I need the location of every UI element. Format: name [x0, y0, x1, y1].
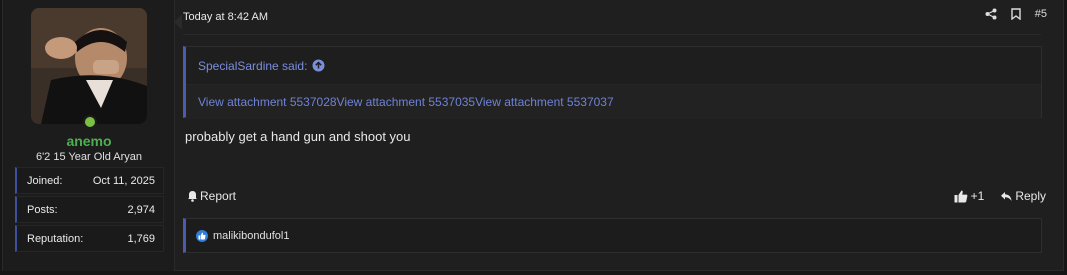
arrow-up-circle-icon[interactable] [312, 59, 325, 72]
stat-posts: Posts: 2,974 [15, 196, 164, 223]
reply-button[interactable]: Reply [1000, 189, 1046, 203]
avatar[interactable] [31, 8, 147, 124]
quote-header[interactable]: SpecialSardine said: [186, 47, 1041, 85]
user-title: 6'2 15 Year Old Aryan [35, 151, 143, 163]
stat-value: 2,974 [127, 203, 155, 216]
post-body: probably get a hand gun and shoot you [185, 129, 411, 144]
user-stats: Joined: Oct 11, 2025 Posts: 2,974 Reputa… [15, 167, 164, 254]
report-label: Report [200, 189, 237, 203]
like-count: +1 [970, 189, 985, 203]
username[interactable]: anemo [3, 133, 175, 149]
bookmark-icon[interactable] [1011, 8, 1021, 20]
post-footer-actions: +1 Reply [954, 189, 1046, 203]
bell-icon [187, 190, 198, 202]
post-arrow [174, 14, 182, 30]
like-button[interactable]: +1 [954, 189, 985, 203]
stat-value: 1,769 [127, 232, 155, 245]
post-date[interactable]: Today at 8:42 AM [183, 11, 268, 23]
online-indicator [83, 115, 97, 129]
reply-label: Reply [1015, 189, 1046, 203]
user-cell: anemo 6'2 15 Year Old Aryan Joined: Oct … [3, 0, 175, 271]
attachment-link[interactable]: View attachment 5537028 [198, 95, 337, 109]
reactions-bar[interactable]: malikibondufol1 [183, 218, 1042, 253]
quote-body: View attachment 5537028View attachment 5… [186, 85, 1041, 119]
like-reaction-icon [196, 229, 208, 242]
share-icon[interactable] [985, 8, 997, 20]
attachment-link[interactable]: View attachment 5537035 [337, 95, 476, 109]
stat-label: Joined: [27, 174, 63, 187]
stat-label: Posts: [27, 203, 58, 216]
reply-icon [1000, 191, 1012, 202]
quote-block: SpecialSardine said: View attachment 553… [183, 46, 1042, 119]
stat-reputation: Reputation: 1,769 [15, 225, 164, 252]
header-divider [183, 34, 1041, 35]
reaction-user[interactable]: malikibondufol1 [213, 230, 289, 242]
post-number[interactable]: #5 [1035, 8, 1047, 20]
thumbs-up-icon [954, 190, 968, 203]
quote-author[interactable]: SpecialSardine said: [198, 59, 307, 73]
stat-label: Reputation: [27, 232, 84, 245]
stat-joined: Joined: Oct 11, 2025 [15, 167, 164, 194]
attachment-link[interactable]: View attachment 5537037 [475, 95, 614, 109]
report-button[interactable]: Report [187, 189, 236, 203]
post-top-actions: #5 [985, 8, 1047, 20]
stat-value: Oct 11, 2025 [92, 174, 155, 187]
